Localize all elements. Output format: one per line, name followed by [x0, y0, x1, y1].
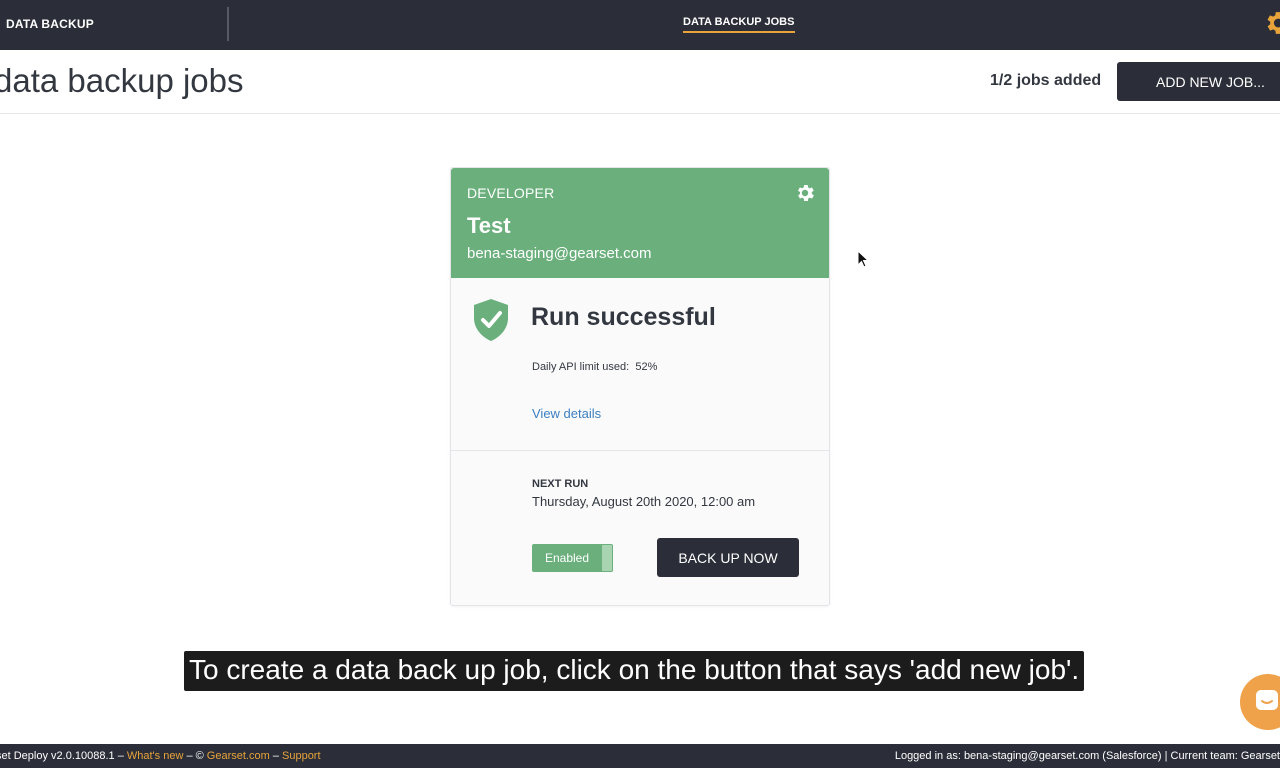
shield-check-icon	[474, 299, 508, 341]
footer: set Deploy v2.0.10088.1 – What's new – ©…	[0, 744, 1280, 768]
support-link[interactable]: Support	[282, 750, 321, 762]
toggle-knob	[602, 545, 612, 571]
org-name: Test	[467, 213, 511, 238]
api-limit: Daily API limit used: 52%	[532, 361, 657, 373]
backup-job-card: DEVELOPER Test bena-staging@gearset.com …	[450, 167, 830, 606]
topbar-divider	[227, 7, 229, 41]
app-name[interactable]: DATA BACKUP	[6, 17, 94, 31]
api-limit-value: 52%	[635, 361, 658, 373]
api-limit-label: Daily API limit used:	[532, 361, 630, 373]
whats-new-link[interactable]: What's new	[127, 750, 184, 762]
add-new-job-button[interactable]: ADD NEW JOB...	[1117, 62, 1280, 101]
footer-left: set Deploy v2.0.10088.1 – What's new – ©…	[0, 750, 321, 762]
back-up-now-button[interactable]: BACK UP NOW	[657, 538, 799, 577]
footer-separator: –	[269, 750, 282, 762]
video-caption: To create a data back up job, click on t…	[184, 651, 1085, 691]
next-run-label: NEXT RUN	[532, 478, 589, 490]
mouse-cursor-icon	[857, 250, 869, 268]
status-title: Run successful	[531, 303, 716, 331]
enabled-toggle[interactable]: Enabled	[532, 544, 613, 572]
next-run-date: Thursday, August 20th 2020, 12:00 am	[532, 494, 756, 509]
page-title: data backup jobs	[0, 62, 244, 99]
chat-launcher-button[interactable]	[1240, 674, 1280, 730]
logged-in-info: Logged in as: bena-staging@gearset.com (…	[894, 750, 1280, 762]
top-bar: DATA BACKUP DATA BACKUP JOBS	[0, 0, 1280, 50]
gear-icon[interactable]	[794, 182, 816, 204]
version-text: set Deploy v2.0.10088.1 –	[0, 750, 127, 762]
org-type: DEVELOPER	[467, 185, 555, 201]
card-header: DEVELOPER Test bena-staging@gearset.com	[451, 168, 829, 278]
nav-tab-data-backup-jobs[interactable]: DATA BACKUP JOBS	[683, 16, 794, 28]
org-username: bena-staging@gearset.com	[467, 245, 652, 262]
jobs-count: 1/2 jobs added	[990, 72, 1102, 89]
gearset-link[interactable]: Gearset.com	[207, 750, 270, 762]
header-divider	[0, 113, 1280, 114]
nav-tab-active-indicator	[683, 31, 795, 33]
toggle-label: Enabled	[544, 551, 590, 565]
gear-icon[interactable]	[1262, 8, 1280, 38]
card-divider	[451, 450, 829, 451]
chat-icon	[1256, 690, 1278, 710]
view-details-link[interactable]: View details	[532, 406, 601, 421]
footer-separator: – ©	[183, 750, 207, 762]
